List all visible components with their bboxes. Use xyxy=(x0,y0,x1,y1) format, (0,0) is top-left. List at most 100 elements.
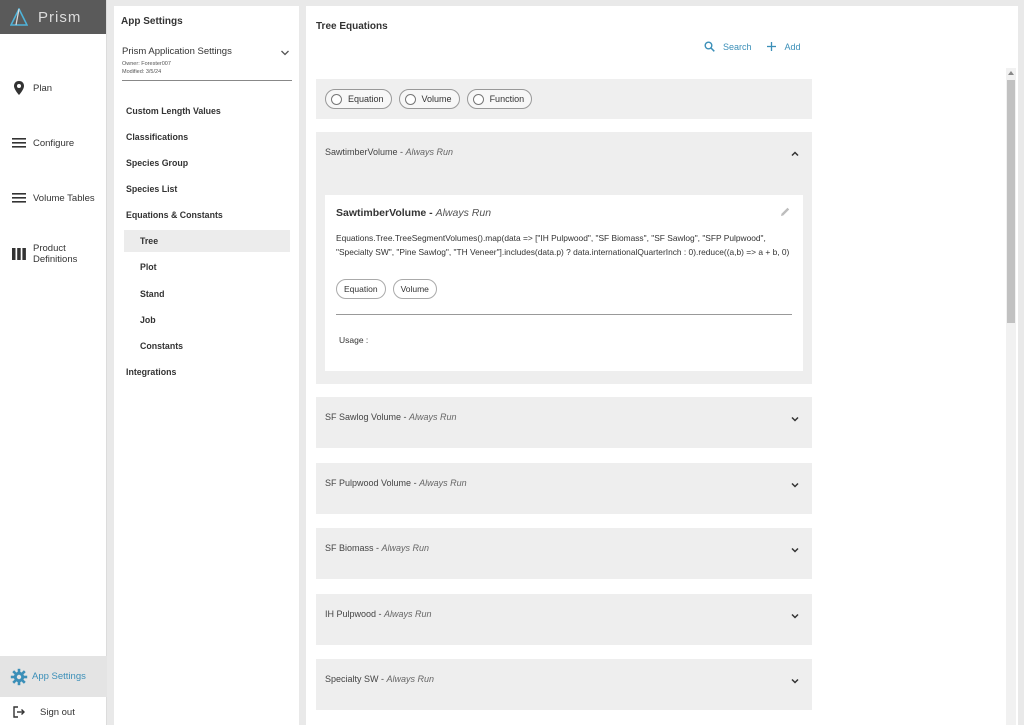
menu-tree[interactable]: Tree xyxy=(124,230,290,252)
card-title: SawtimberVolume - Always Run xyxy=(336,207,491,219)
list-icon xyxy=(12,138,26,148)
radio-icon xyxy=(404,93,416,105)
nav-item-volume-tables[interactable]: Volume Tables xyxy=(0,189,107,207)
chevron-down-icon[interactable] xyxy=(790,414,800,424)
settings-title: App Settings xyxy=(121,16,183,27)
chevron-down-icon[interactable] xyxy=(790,545,800,555)
add-button[interactable]: Add xyxy=(766,41,801,52)
left-nav: Prism Plan Configure Volume Tables Produ… xyxy=(0,0,107,725)
divider xyxy=(336,314,792,315)
menu-stand[interactable]: Stand xyxy=(124,283,290,305)
run-mode: Always Run xyxy=(405,147,454,157)
plus-icon xyxy=(766,42,776,51)
main-panel: Tree Equations Search Add Equation Volum… xyxy=(306,6,1018,725)
chevron-down-icon[interactable] xyxy=(790,676,800,686)
equation-name: SF Sawlog Volume xyxy=(325,412,402,422)
gear-icon xyxy=(10,668,28,685)
equation-name: SawtimberVolume xyxy=(336,207,427,219)
nav-item-product-definitions[interactable]: Product Definitions xyxy=(0,242,107,266)
menu-constants[interactable]: Constants xyxy=(124,335,290,357)
equation-card: SawtimberVolume - Always Run Equations.T… xyxy=(325,195,803,371)
menu-equations-constants[interactable]: Equations & Constants xyxy=(126,204,223,226)
menu-classifications[interactable]: Classifications xyxy=(126,126,188,148)
sign-out-button[interactable]: Sign out xyxy=(0,699,107,725)
nav-label: Configure xyxy=(33,137,75,149)
columns-icon xyxy=(12,248,26,260)
brand-bar[interactable]: Prism xyxy=(0,0,106,34)
equation-accordion[interactable]: SF Sawlog Volume - Always Run xyxy=(316,397,812,448)
settings-panel: App Settings Prism Application Settings … xyxy=(114,6,299,725)
search-button[interactable]: Search xyxy=(704,41,752,52)
chip-label: Equation xyxy=(348,94,384,104)
application-select[interactable]: Prism Application Settings Owner: Forest… xyxy=(122,46,292,81)
accordion-header[interactable]: SF Pulpwood Volume - Always Run xyxy=(325,463,467,503)
search-icon xyxy=(704,41,715,52)
radio-icon xyxy=(331,93,342,105)
menu-species-group[interactable]: Species Group xyxy=(126,152,188,174)
toolbar: Search Add xyxy=(704,41,815,52)
equation-accordion[interactable]: SF Pulpwood Volume - Always Run xyxy=(316,463,812,514)
run-mode: Always Run xyxy=(386,674,435,684)
scroll-up-arrow[interactable] xyxy=(1008,71,1014,75)
application-name: Prism Application Settings xyxy=(122,46,232,57)
accordion-header[interactable]: SF Biomass - Always Run xyxy=(325,528,429,568)
accordion-header[interactable]: SF Sawlog Volume - Always Run xyxy=(325,397,457,437)
nav-label: Plan xyxy=(33,82,53,94)
filter-chip-volume[interactable]: Volume xyxy=(398,89,460,109)
separator: - xyxy=(426,207,436,219)
equation-accordion[interactable]: SF Biomass - Always Run xyxy=(316,528,812,579)
separator: - xyxy=(373,543,382,553)
equation-code: Equations.Tree.TreeSegmentVolumes().map(… xyxy=(336,233,790,257)
menu-species-list[interactable]: Species List xyxy=(126,178,177,200)
nav-item-app-settings[interactable]: App Settings xyxy=(0,656,107,697)
equation-name: Specialty SW xyxy=(325,674,379,684)
accordion-header[interactable]: SawtimberVolume - Always Run xyxy=(325,132,453,172)
chevron-down-icon xyxy=(281,50,289,56)
menu-custom-length-values[interactable]: Custom Length Values xyxy=(126,100,221,122)
application-modified: Modified: 3/5/24 xyxy=(122,69,162,75)
tag-volume[interactable]: Volume xyxy=(392,279,437,299)
accordion-header[interactable]: Specialty SW - Always Run xyxy=(325,659,434,699)
chevron-down-icon[interactable] xyxy=(790,611,800,621)
chip-label: Volume xyxy=(421,94,452,104)
equation-name: SF Biomass xyxy=(325,543,374,553)
pencil-icon[interactable] xyxy=(779,206,791,218)
chip-label: Function xyxy=(489,94,525,104)
nav-item-plan[interactable]: Plan xyxy=(0,79,107,97)
tag-equation[interactable]: Equation xyxy=(336,279,386,299)
equation-tags: Equation Volume xyxy=(336,279,444,299)
search-label: Search xyxy=(723,41,752,52)
filter-chip-equation[interactable]: Equation xyxy=(325,89,392,109)
run-mode: Always Run xyxy=(384,609,432,619)
run-mode: Always Run xyxy=(381,543,430,553)
prism-logo-icon xyxy=(10,8,28,26)
equation-accordion[interactable]: IH Pulpwood - Always Run xyxy=(316,594,812,645)
nav-label: App Settings xyxy=(32,671,86,682)
add-label: Add xyxy=(784,41,801,52)
chevron-up-icon[interactable] xyxy=(790,149,800,159)
usage-label: Usage : xyxy=(339,335,369,345)
equation-accordion: SawtimberVolume - Always Run SawtimberVo… xyxy=(316,132,812,384)
scrollbar-thumb[interactable] xyxy=(1007,80,1015,323)
chevron-down-icon[interactable] xyxy=(790,480,800,490)
equation-accordion[interactable]: Specialty SW - Always Run xyxy=(316,659,812,710)
run-mode: Always Run xyxy=(419,478,467,488)
equation-name: IH Pulpwood xyxy=(325,609,377,619)
scrollbar[interactable] xyxy=(1006,68,1016,725)
page-title: Tree Equations xyxy=(316,21,388,32)
menu-integrations[interactable]: Integrations xyxy=(126,361,176,383)
menu-job[interactable]: Job xyxy=(124,309,290,331)
separator: - xyxy=(397,147,406,157)
separator: - xyxy=(376,609,385,619)
brand-name: Prism xyxy=(38,8,82,26)
separator: - xyxy=(378,674,387,684)
sign-out-label: Sign out xyxy=(40,706,75,718)
accordion-header[interactable]: IH Pulpwood - Always Run xyxy=(325,594,432,634)
filter-chip-function[interactable]: Function xyxy=(466,89,533,109)
run-mode: Always Run xyxy=(409,412,457,422)
separator: - xyxy=(411,478,420,488)
filter-bar: Equation Volume Function xyxy=(316,79,812,119)
equation-name: SawtimberVolume xyxy=(325,147,398,157)
menu-plot[interactable]: Plot xyxy=(124,256,290,278)
nav-item-configure[interactable]: Configure xyxy=(0,134,107,152)
